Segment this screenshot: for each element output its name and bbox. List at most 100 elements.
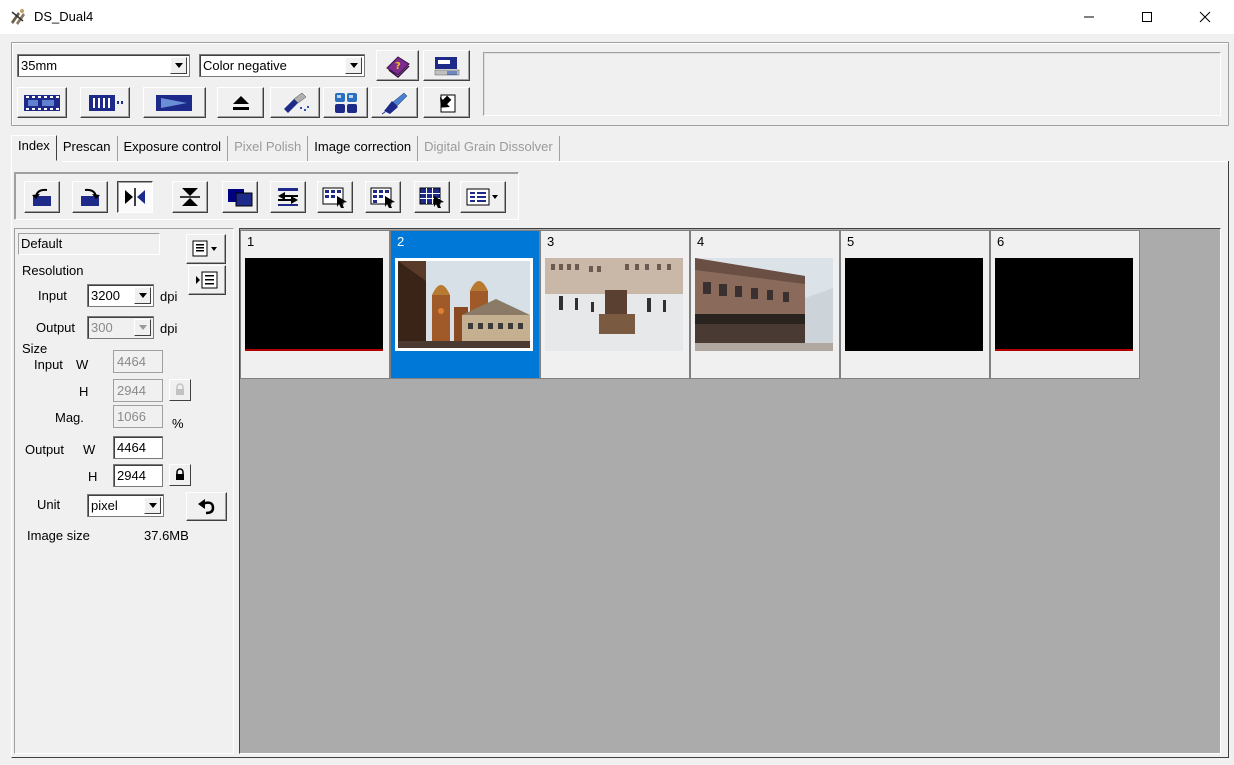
input-height-field: 2944 — [113, 379, 163, 402]
tab-index[interactable]: Index — [11, 135, 57, 161]
flip-horizontal-button[interactable] — [117, 181, 153, 213]
output-lock-button[interactable] — [169, 464, 191, 486]
scan-button[interactable] — [143, 87, 206, 118]
preferences-icon — [439, 94, 455, 112]
input-lock-button — [169, 379, 191, 401]
tab-prescan[interactable]: Prescan — [57, 136, 118, 161]
maximize-button[interactable] — [1118, 0, 1176, 34]
scanner-info-icon — [434, 56, 459, 75]
reset-button[interactable] — [186, 492, 227, 521]
street-photo — [695, 258, 833, 351]
frame-thumbnail — [845, 258, 983, 351]
eject-button[interactable] — [217, 87, 264, 118]
batch-all-button[interactable] — [365, 181, 401, 213]
tab-exposure-control[interactable]: Exposure control — [118, 136, 229, 161]
chevron-down-icon — [134, 319, 151, 336]
flip-vertical-icon — [180, 188, 200, 206]
film-frame[interactable]: 5 — [840, 230, 990, 379]
input-dpi-select[interactable]: 3200 — [87, 284, 154, 307]
app-icon — [11, 9, 25, 25]
size-input-label: Input — [34, 357, 63, 372]
help-button[interactable]: ? — [376, 50, 419, 81]
input-h-label: H — [79, 384, 89, 399]
resolution-label: Resolution — [22, 263, 84, 278]
select-all-button[interactable] — [222, 181, 258, 213]
chevron-down-icon[interactable] — [170, 57, 187, 74]
mag-unit: % — [172, 416, 184, 431]
close-icon — [1199, 11, 1211, 23]
frame-thumbnail — [545, 258, 683, 351]
swap-arrows-icon — [278, 188, 298, 206]
mag-field: 1066 — [113, 405, 163, 428]
preset-apply-button[interactable] — [188, 265, 226, 295]
rotate-left-icon — [32, 188, 51, 206]
preset-menu-button[interactable] — [186, 234, 226, 264]
grid-cursor-filled-icon — [370, 187, 395, 208]
film-frame[interactable]: 2 — [390, 230, 540, 379]
unit-label: Unit — [37, 497, 61, 512]
film-frame[interactable]: 3 — [540, 230, 690, 379]
film-strip-partial-icon — [89, 94, 123, 111]
square-photo — [545, 258, 683, 351]
frame-number: 5 — [847, 234, 855, 249]
scanner-info-button[interactable] — [423, 50, 470, 81]
clean-button[interactable] — [371, 87, 418, 118]
batch-scan-button[interactable] — [317, 181, 353, 213]
frame-number: 1 — [247, 234, 255, 249]
output-width-field[interactable]: 4464 — [113, 436, 163, 459]
batch-button[interactable] — [323, 87, 368, 118]
mag-label: Mag. — [55, 410, 84, 425]
preferences-button[interactable] — [423, 87, 470, 118]
size-label: Size — [22, 341, 48, 356]
list-dropdown-icon — [192, 240, 217, 257]
window-title: DS_Dual4 — [34, 9, 94, 24]
chevron-down-icon[interactable] — [134, 287, 151, 304]
film-type-select[interactable]: 35mm — [17, 54, 190, 77]
preset-name: Default — [18, 233, 160, 255]
list-dropdown-icon — [466, 188, 498, 206]
output-dpi-unit: dpi — [160, 321, 178, 336]
index-scan-button[interactable] — [17, 87, 67, 118]
lock-icon — [176, 383, 184, 395]
input-dpi-value: 3200 — [91, 288, 120, 303]
film-strip-icon — [24, 94, 60, 111]
tab-bar: Index Prescan Exposure control Pixel Pol… — [11, 135, 560, 162]
minimize-button[interactable] — [1060, 0, 1118, 34]
output-size-label: Output — [25, 442, 65, 457]
calibrate-button[interactable] — [270, 87, 320, 118]
output-dpi-value: 300 — [91, 320, 113, 335]
frame-number: 4 — [697, 234, 705, 249]
film-frame[interactable]: 1 — [240, 230, 390, 379]
output-w-label: W — [83, 442, 96, 457]
help-book-icon: ? — [385, 55, 410, 78]
input-resolution-label: Input — [38, 288, 67, 303]
film-frame[interactable]: 6 — [990, 230, 1140, 379]
film-mode-value: Color negative — [203, 58, 287, 73]
grid-cursor-icon — [322, 187, 347, 208]
prescan-button[interactable] — [80, 87, 130, 118]
flip-vertical-button[interactable] — [172, 181, 208, 213]
unit-select[interactable]: pixel — [87, 494, 164, 517]
output-height-field[interactable]: 2944 — [113, 464, 163, 487]
tab-image-correction[interactable]: Image correction — [308, 136, 419, 161]
lock-icon — [176, 468, 184, 480]
towers-photo — [398, 261, 530, 348]
chevron-down-icon[interactable] — [345, 57, 362, 74]
film-mode-select[interactable]: Color negative — [199, 54, 365, 77]
tab-digital-grain-dissolver: Digital Grain Dissolver — [418, 136, 560, 161]
chevron-down-icon[interactable] — [144, 497, 161, 514]
rotate-left-button[interactable] — [24, 181, 60, 213]
list-play-icon — [196, 271, 218, 289]
minimize-icon — [1084, 16, 1094, 18]
flip-horizontal-icon — [125, 188, 145, 206]
view-options-button[interactable] — [460, 181, 506, 213]
swap-button[interactable] — [270, 181, 306, 213]
frame-number: 2 — [397, 234, 405, 249]
film-frame[interactable]: 4 — [690, 230, 840, 379]
close-button[interactable] — [1176, 0, 1234, 34]
batch-selected-button[interactable] — [414, 181, 450, 213]
unit-value: pixel — [91, 498, 118, 513]
sweep-brush-icon — [381, 92, 407, 114]
output-dpi-select: 300 — [87, 316, 154, 339]
rotate-right-button[interactable] — [72, 181, 108, 213]
